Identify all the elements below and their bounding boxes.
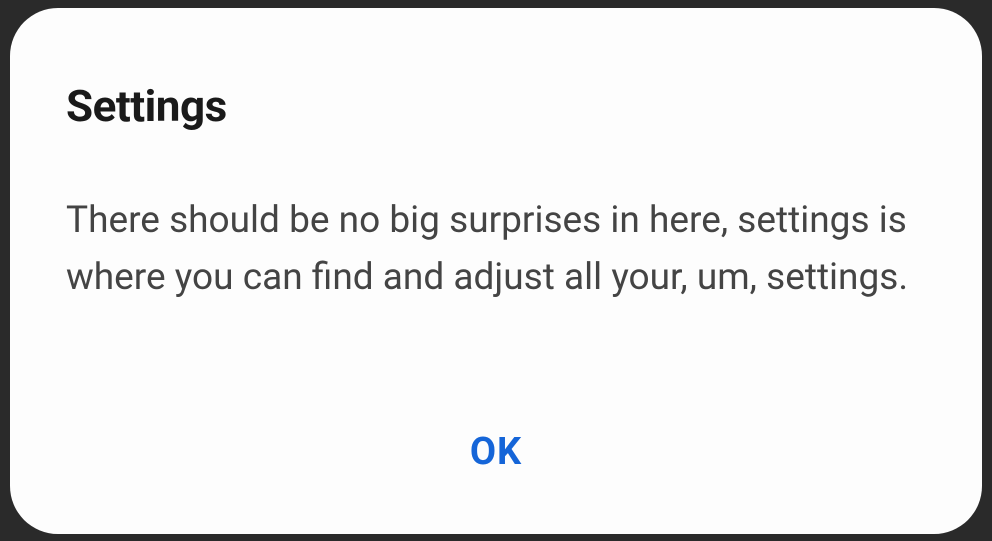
settings-dialog: Settings There should be no big surprise… bbox=[10, 8, 982, 534]
ok-button[interactable]: OK bbox=[440, 420, 552, 484]
dialog-title: Settings bbox=[66, 80, 926, 132]
dialog-body-text: There should be no big surprises in here… bbox=[66, 192, 926, 420]
dialog-actions: OK bbox=[66, 420, 926, 494]
